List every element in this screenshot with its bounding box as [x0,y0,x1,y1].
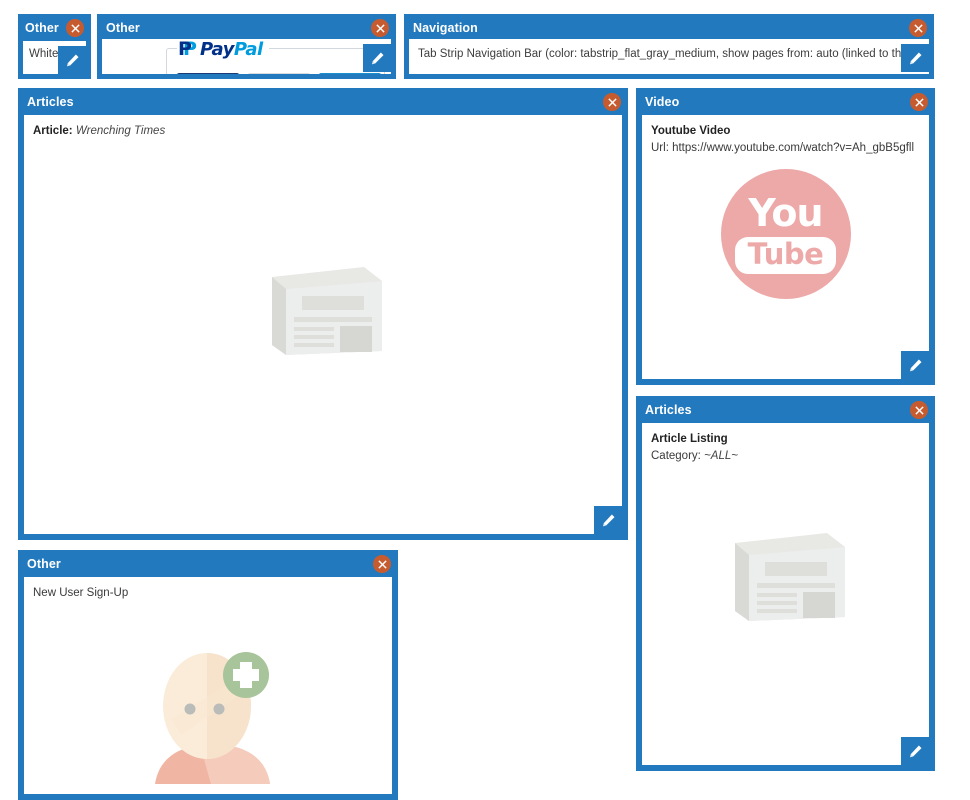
panel-paypal[interactable]: Other P PayPal [97,14,396,79]
pencil-icon[interactable] [363,44,391,72]
panel-content: Article: Wrenching Times [24,115,622,534]
article-listing-heading: Article Listing [651,433,728,445]
close-x-icon[interactable] [910,93,928,111]
panel-title-label: Navigation [413,21,478,35]
youtube-you-text: You [748,191,823,236]
panel-title-bar: Articles [637,397,934,423]
pencil-icon[interactable] [901,44,929,72]
panel-signup[interactable]: Other New User Sign-Up [18,550,398,800]
article-title-value: Wrenching Times [75,125,166,137]
panel-content: Tab Strip Navigation Bar (color: tabstri… [409,39,929,74]
panel-article[interactable]: Articles Article: Wrenching Times [18,88,628,540]
panel-title-label: Other [25,21,59,35]
article-listing-summary: Article Listing Category: ~ALL~ [642,423,929,464]
close-x-icon[interactable] [603,93,621,111]
panel-title-label: Articles [645,403,692,417]
youtube-pill: Tube [734,237,837,274]
paypal-pal-text: Pal [233,39,263,60]
card-icon-2 [248,73,310,74]
paypal-logo: P PayPal [177,40,269,59]
panel-title-label: Articles [27,95,74,109]
panel-title-label: Other [106,21,140,35]
pencil-icon[interactable] [901,737,929,765]
signup-text: New User Sign-Up [33,587,129,599]
video-summary: Youtube Video Url: https://www.youtube.c… [642,115,929,156]
payment-card-icons [177,73,391,74]
panel-content: Youtube Video Url: https://www.youtube.c… [642,115,929,379]
panel-content: P PayPal [102,39,391,74]
panel-content: Whitespace [23,41,86,74]
panel-title-bar: Video [637,89,934,115]
paypal-pay-text: Pay [199,39,234,60]
pencil-icon[interactable] [594,506,622,534]
panel-title-bar: Articles [19,89,627,115]
panel-title-label: Video [645,95,680,109]
panel-title-bar: Other [98,15,395,41]
close-x-icon[interactable] [66,19,84,37]
youtube-tube-text: Tube [747,237,824,272]
pencil-icon[interactable] [901,351,929,379]
panel-article-listing[interactable]: Articles Article Listing Category: ~ALL~ [636,396,935,771]
amex-icon [319,73,381,74]
panel-content: New User Sign-Up [24,577,392,794]
close-x-icon[interactable] [371,19,389,37]
newspaper-icon [642,529,929,621]
youtube-logo-icon: You Tube [642,169,929,299]
panel-title-label: Other [27,557,61,571]
panel-content: Article Listing Category: ~ALL~ [642,423,929,765]
panel-title-bar: Other [19,551,397,577]
video-url: Url: https://www.youtube.com/watch?v=Ah_… [651,141,915,154]
category-label: Category: [651,449,701,462]
panel-title-bar: Other [19,15,90,41]
add-user-avatar-icon [24,649,392,784]
panel-whitespace[interactable]: Other Whitespace [18,14,91,79]
close-x-icon[interactable] [909,19,927,37]
newspaper-icon [24,263,622,355]
close-x-icon[interactable] [910,401,928,419]
category-value: ~ALL~ [704,449,738,462]
youtube-circle: You Tube [720,169,851,299]
close-x-icon[interactable] [373,555,391,573]
panel-video[interactable]: Video Youtube Video Url: https://www.you… [636,88,935,385]
pencil-icon[interactable] [58,46,86,74]
paypal-checkout-preview: P PayPal [158,39,391,74]
video-heading: Youtube Video [651,125,731,137]
card-icon-4 [390,73,391,74]
navigation-description: Tab Strip Navigation Bar (color: tabstri… [418,48,929,60]
paypal-p-glyph: P [178,40,197,60]
mastercard-icon [177,73,239,74]
panel-navigation[interactable]: Navigation Tab Strip Navigation Bar (col… [404,14,934,79]
article-summary: Article: Wrenching Times [24,115,622,140]
article-label: Article: [33,125,73,137]
paypal-frame: P PayPal [166,40,391,74]
panel-title-bar: Navigation [405,15,933,41]
